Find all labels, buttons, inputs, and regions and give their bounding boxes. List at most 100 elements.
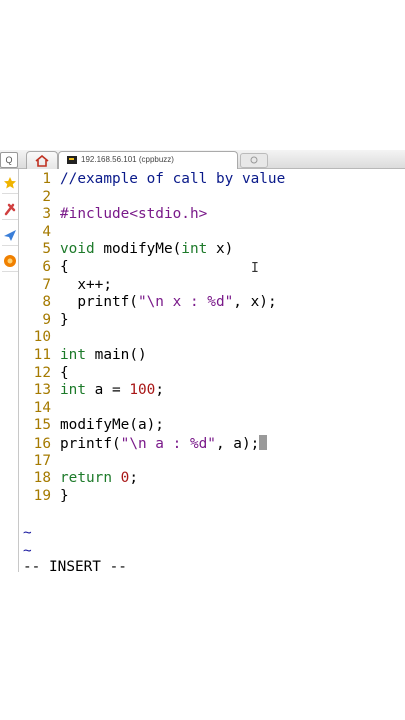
line-number: 15 [33,417,51,434]
browser-window: Q 192.168.56.101 (cppbuzz) 1 //example o… [0,150,405,575]
line-number: 19 [33,487,51,504]
code-line: 13 int a = 100; [19,382,164,400]
code-token: { [60,259,69,275]
home-icon [35,155,49,167]
code-line: 15 modifyMe(a); [19,417,164,435]
code-token: int [60,347,86,363]
code-text: void modifyMe(int x) [60,241,233,257]
code-token: <stdio.h> [129,206,208,223]
code-line: 14 [19,400,60,418]
code-line: 19} [19,488,69,506]
code-text: #include<stdio.h> [60,206,207,222]
sidebar-item-send[interactable] [2,225,18,246]
code-token: , x); [233,294,277,311]
code-line: 17 [19,453,60,471]
code-line: 7 x++; [19,277,112,295]
code-token: modifyMe(a); [60,417,164,434]
code-token: ; [155,382,164,399]
tab-terminal-session[interactable]: 192.168.56.101 (cppbuzz) [58,151,238,169]
code-line: 5 void modifyMe(int x) [19,241,233,259]
code-line: 10 [19,329,60,347]
code-line: 11 int main() [19,347,147,365]
line-number: 10 [33,329,51,346]
tools-icon [4,203,16,216]
code-text: modifyMe(a); [60,417,164,433]
paper-plane-icon [4,230,16,241]
code-token: } [60,311,69,328]
line-number: 4 [42,223,51,240]
code-text: { [60,259,69,275]
code-token: void [60,241,95,258]
code-line: 6{ [19,259,69,277]
code-token: modifyMe( [94,241,182,258]
sidebar-item-star[interactable] [2,173,18,194]
code-text: } [60,488,69,504]
line-number: 18 [33,470,51,487]
code-text: printf("\n a : %d", a); [60,435,268,452]
code-text: int main() [60,347,147,363]
code-text: return 0; [60,470,138,486]
home-tab[interactable] [26,151,58,169]
new-tab-button[interactable] [240,153,268,168]
code-line: 1 //example of call by value [19,171,285,189]
line-number: 11 [33,347,51,363]
code-line: 8 printf("\n x : %d", x); [19,294,277,312]
orange-badge-icon [4,255,16,267]
line-number: 16 [33,436,51,452]
tab-strip: Q 192.168.56.101 (cppbuzz) [0,150,405,169]
text-cursor [259,435,268,450]
code-token: { [60,364,69,381]
code-line: 2 [19,189,60,207]
line-number: 9 [42,311,51,328]
code-text: printf("\n x : %d", x); [60,294,277,311]
empty-line-marker: ~ [23,543,32,559]
code-text: x++; [60,277,112,293]
line-number: 17 [33,452,51,469]
line-number: 13 [33,382,51,399]
line-number: 12 [33,364,51,381]
code-line: 18 return 0; [19,470,138,488]
code-token: //example of call by value [60,171,286,187]
terminal-editor[interactable]: 1 //example of call by value 2 3 #include<st… [19,169,405,575]
code-text: //example of call by value [60,171,285,187]
new-tab-icon [250,156,258,164]
code-token: printf( [60,436,121,452]
code-token: return [60,470,112,487]
code-token: printf( [60,294,138,311]
address-stub[interactable]: Q [0,152,18,168]
star-icon [4,177,16,189]
code-token: main() [86,347,147,363]
tab-title: 192.168.56.101 (cppbuzz) [81,155,174,164]
line-number: 14 [33,399,51,416]
empty-line-marker: ~ [23,525,32,541]
code-token: "\n a : %d" [120,436,216,452]
code-text: int a = 100; [60,382,164,398]
code-line: 4 [19,224,60,242]
line-number: 6 [42,259,51,275]
line-number: 8 [42,294,51,311]
code-line: 9} [19,311,69,330]
code-token: ; [129,470,138,487]
sidebar-item-tools[interactable] [2,199,18,220]
code-token: int [181,241,208,258]
code-token: , a); [215,436,260,452]
line-number: 1 [42,171,51,187]
code-token: "\n x : %d" [137,294,234,311]
code-token: 100 [129,382,156,399]
code-line: 12 { [19,365,69,383]
code-token: x++; [60,276,112,293]
sidebar-item-badge[interactable] [2,251,18,272]
code-token: x) [207,241,234,258]
code-token: int [60,382,86,399]
code-token: a = [86,382,130,399]
code-line: 16 printf("\n a : %d", a); [19,435,268,453]
side-toolbar [0,169,19,572]
code-token: } [60,487,69,504]
vim-mode-indicator: -- INSERT -- [23,559,127,575]
code-text: { [60,365,69,381]
line-number: 7 [42,276,51,293]
code-token: #include [60,206,130,223]
code-text: } [60,312,69,328]
text-cursor-ibeam-icon: I [251,261,259,276]
